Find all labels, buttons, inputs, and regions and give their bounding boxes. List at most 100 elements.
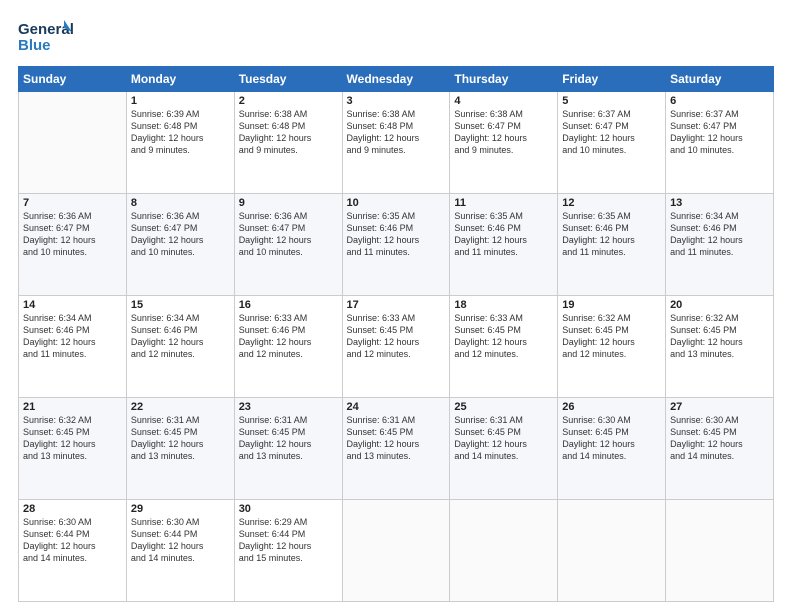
calendar-cell: 18Sunrise: 6:33 AM Sunset: 6:45 PM Dayli…: [450, 296, 558, 398]
calendar-week-4: 21Sunrise: 6:32 AM Sunset: 6:45 PM Dayli…: [19, 398, 774, 500]
day-number: 9: [239, 197, 338, 209]
day-info: Sunrise: 6:38 AM Sunset: 6:47 PM Dayligh…: [454, 108, 553, 157]
day-number: 18: [454, 299, 553, 311]
calendar-cell: [342, 500, 450, 602]
day-number: 2: [239, 95, 338, 107]
calendar-weekday-saturday: Saturday: [666, 67, 774, 92]
calendar-cell: 16Sunrise: 6:33 AM Sunset: 6:46 PM Dayli…: [234, 296, 342, 398]
day-info: Sunrise: 6:30 AM Sunset: 6:44 PM Dayligh…: [131, 516, 230, 565]
day-number: 28: [23, 503, 122, 515]
day-number: 13: [670, 197, 769, 209]
calendar-cell: 25Sunrise: 6:31 AM Sunset: 6:45 PM Dayli…: [450, 398, 558, 500]
calendar-cell: [666, 500, 774, 602]
calendar-cell: 5Sunrise: 6:37 AM Sunset: 6:47 PM Daylig…: [558, 92, 666, 194]
day-number: 19: [562, 299, 661, 311]
day-number: 4: [454, 95, 553, 107]
day-info: Sunrise: 6:31 AM Sunset: 6:45 PM Dayligh…: [239, 414, 338, 463]
calendar-table: SundayMondayTuesdayWednesdayThursdayFrid…: [18, 66, 774, 602]
calendar-cell: 11Sunrise: 6:35 AM Sunset: 6:46 PM Dayli…: [450, 194, 558, 296]
day-number: 22: [131, 401, 230, 413]
calendar-cell: 30Sunrise: 6:29 AM Sunset: 6:44 PM Dayli…: [234, 500, 342, 602]
day-info: Sunrise: 6:37 AM Sunset: 6:47 PM Dayligh…: [670, 108, 769, 157]
calendar-weekday-friday: Friday: [558, 67, 666, 92]
calendar-cell: 20Sunrise: 6:32 AM Sunset: 6:45 PM Dayli…: [666, 296, 774, 398]
calendar-weekday-sunday: Sunday: [19, 67, 127, 92]
day-number: 20: [670, 299, 769, 311]
calendar-cell: 7Sunrise: 6:36 AM Sunset: 6:47 PM Daylig…: [19, 194, 127, 296]
calendar-weekday-thursday: Thursday: [450, 67, 558, 92]
calendar-cell: 12Sunrise: 6:35 AM Sunset: 6:46 PM Dayli…: [558, 194, 666, 296]
day-info: Sunrise: 6:33 AM Sunset: 6:45 PM Dayligh…: [454, 312, 553, 361]
calendar-cell: 26Sunrise: 6:30 AM Sunset: 6:45 PM Dayli…: [558, 398, 666, 500]
day-info: Sunrise: 6:35 AM Sunset: 6:46 PM Dayligh…: [562, 210, 661, 259]
day-number: 10: [347, 197, 446, 209]
day-info: Sunrise: 6:39 AM Sunset: 6:48 PM Dayligh…: [131, 108, 230, 157]
day-info: Sunrise: 6:30 AM Sunset: 6:45 PM Dayligh…: [562, 414, 661, 463]
header: GeneralBlue: [18, 18, 774, 56]
day-info: Sunrise: 6:34 AM Sunset: 6:46 PM Dayligh…: [670, 210, 769, 259]
day-number: 25: [454, 401, 553, 413]
day-number: 15: [131, 299, 230, 311]
day-info: Sunrise: 6:31 AM Sunset: 6:45 PM Dayligh…: [347, 414, 446, 463]
calendar-cell: 24Sunrise: 6:31 AM Sunset: 6:45 PM Dayli…: [342, 398, 450, 500]
day-info: Sunrise: 6:29 AM Sunset: 6:44 PM Dayligh…: [239, 516, 338, 565]
calendar-cell: 27Sunrise: 6:30 AM Sunset: 6:45 PM Dayli…: [666, 398, 774, 500]
day-number: 23: [239, 401, 338, 413]
day-info: Sunrise: 6:35 AM Sunset: 6:46 PM Dayligh…: [454, 210, 553, 259]
day-number: 26: [562, 401, 661, 413]
calendar-cell: 8Sunrise: 6:36 AM Sunset: 6:47 PM Daylig…: [126, 194, 234, 296]
calendar-cell: 19Sunrise: 6:32 AM Sunset: 6:45 PM Dayli…: [558, 296, 666, 398]
calendar-cell: 22Sunrise: 6:31 AM Sunset: 6:45 PM Dayli…: [126, 398, 234, 500]
calendar-week-3: 14Sunrise: 6:34 AM Sunset: 6:46 PM Dayli…: [19, 296, 774, 398]
day-info: Sunrise: 6:33 AM Sunset: 6:46 PM Dayligh…: [239, 312, 338, 361]
day-number: 17: [347, 299, 446, 311]
day-info: Sunrise: 6:31 AM Sunset: 6:45 PM Dayligh…: [454, 414, 553, 463]
calendar-cell: 29Sunrise: 6:30 AM Sunset: 6:44 PM Dayli…: [126, 500, 234, 602]
day-number: 8: [131, 197, 230, 209]
logo: GeneralBlue: [18, 18, 73, 56]
day-info: Sunrise: 6:30 AM Sunset: 6:45 PM Dayligh…: [670, 414, 769, 463]
calendar-week-5: 28Sunrise: 6:30 AM Sunset: 6:44 PM Dayli…: [19, 500, 774, 602]
day-info: Sunrise: 6:36 AM Sunset: 6:47 PM Dayligh…: [239, 210, 338, 259]
calendar-cell: 17Sunrise: 6:33 AM Sunset: 6:45 PM Dayli…: [342, 296, 450, 398]
calendar-cell: [558, 500, 666, 602]
day-info: Sunrise: 6:32 AM Sunset: 6:45 PM Dayligh…: [562, 312, 661, 361]
day-info: Sunrise: 6:32 AM Sunset: 6:45 PM Dayligh…: [23, 414, 122, 463]
day-number: 7: [23, 197, 122, 209]
day-info: Sunrise: 6:31 AM Sunset: 6:45 PM Dayligh…: [131, 414, 230, 463]
calendar-cell: 3Sunrise: 6:38 AM Sunset: 6:48 PM Daylig…: [342, 92, 450, 194]
day-number: 12: [562, 197, 661, 209]
calendar-cell: 1Sunrise: 6:39 AM Sunset: 6:48 PM Daylig…: [126, 92, 234, 194]
calendar-cell: 2Sunrise: 6:38 AM Sunset: 6:48 PM Daylig…: [234, 92, 342, 194]
calendar-cell: 9Sunrise: 6:36 AM Sunset: 6:47 PM Daylig…: [234, 194, 342, 296]
day-info: Sunrise: 6:36 AM Sunset: 6:47 PM Dayligh…: [131, 210, 230, 259]
day-info: Sunrise: 6:37 AM Sunset: 6:47 PM Dayligh…: [562, 108, 661, 157]
day-info: Sunrise: 6:33 AM Sunset: 6:45 PM Dayligh…: [347, 312, 446, 361]
day-number: 11: [454, 197, 553, 209]
day-info: Sunrise: 6:34 AM Sunset: 6:46 PM Dayligh…: [23, 312, 122, 361]
day-number: 3: [347, 95, 446, 107]
calendar-cell: 23Sunrise: 6:31 AM Sunset: 6:45 PM Dayli…: [234, 398, 342, 500]
day-number: 1: [131, 95, 230, 107]
calendar-week-1: 1Sunrise: 6:39 AM Sunset: 6:48 PM Daylig…: [19, 92, 774, 194]
calendar-cell: [450, 500, 558, 602]
logo-svg: GeneralBlue: [18, 18, 73, 56]
calendar-cell: 4Sunrise: 6:38 AM Sunset: 6:47 PM Daylig…: [450, 92, 558, 194]
calendar-weekday-tuesday: Tuesday: [234, 67, 342, 92]
calendar-cell: [19, 92, 127, 194]
calendar-weekday-monday: Monday: [126, 67, 234, 92]
day-number: 5: [562, 95, 661, 107]
calendar-cell: 21Sunrise: 6:32 AM Sunset: 6:45 PM Dayli…: [19, 398, 127, 500]
day-number: 6: [670, 95, 769, 107]
day-number: 30: [239, 503, 338, 515]
calendar-cell: 28Sunrise: 6:30 AM Sunset: 6:44 PM Dayli…: [19, 500, 127, 602]
day-info: Sunrise: 6:34 AM Sunset: 6:46 PM Dayligh…: [131, 312, 230, 361]
calendar-weekday-wednesday: Wednesday: [342, 67, 450, 92]
day-number: 16: [239, 299, 338, 311]
day-number: 21: [23, 401, 122, 413]
calendar-cell: 6Sunrise: 6:37 AM Sunset: 6:47 PM Daylig…: [666, 92, 774, 194]
day-info: Sunrise: 6:30 AM Sunset: 6:44 PM Dayligh…: [23, 516, 122, 565]
page: GeneralBlue SundayMondayTuesdayWednesday…: [0, 0, 792, 612]
day-number: 14: [23, 299, 122, 311]
day-info: Sunrise: 6:38 AM Sunset: 6:48 PM Dayligh…: [347, 108, 446, 157]
